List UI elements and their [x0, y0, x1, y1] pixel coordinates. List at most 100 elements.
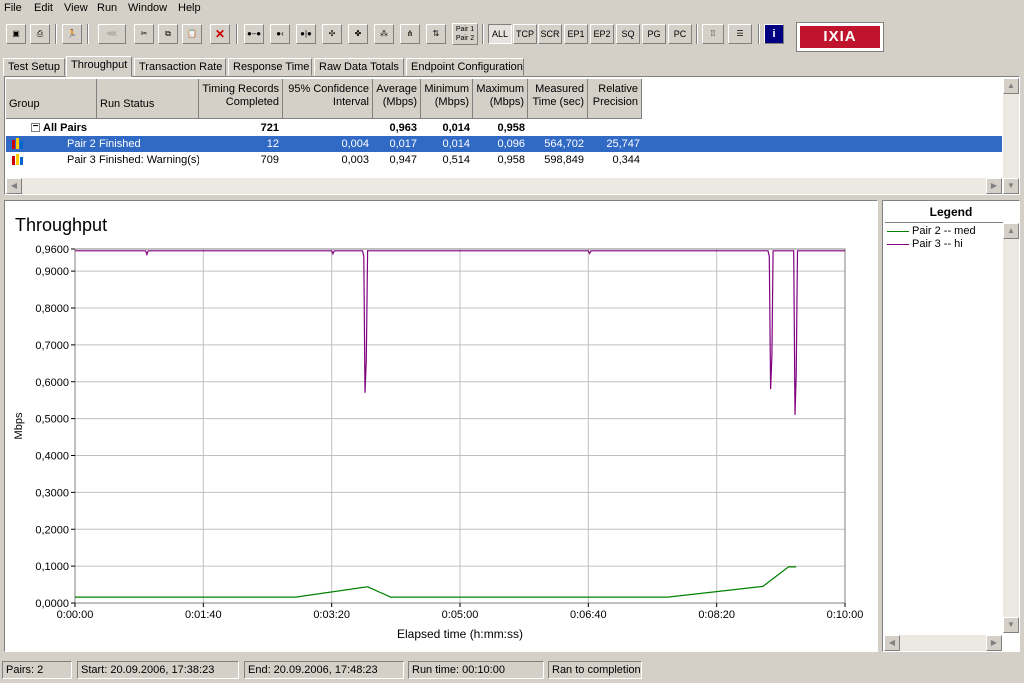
add-group-icon[interactable]: ●|● [296, 24, 316, 44]
summary-row[interactable]: − All Pairs 721 0,963 0,014 0,958 [6, 120, 1002, 136]
row-measured-time: 564,702 [544, 138, 584, 150]
pair-icon-bar [12, 156, 15, 165]
print-icon[interactable]: ⎙ [30, 24, 50, 44]
column-header-timing-records[interactable]: Timing Records Completed [199, 79, 283, 119]
scroll-right-icon[interactable]: ▶ [986, 635, 1002, 651]
toolbar-separator [236, 24, 238, 44]
column-header-measured-time[interactable]: Measured Time (sec) [528, 79, 588, 119]
tab-test-setup[interactable]: Test Setup [3, 58, 65, 76]
tab-bar: Test Setup Throughput Transaction Rate R… [0, 56, 1024, 77]
copy-icon[interactable]: ⧉ [158, 24, 178, 44]
row-measured-time: 598,849 [544, 154, 584, 166]
x-tick-label: 0:06:40 [570, 609, 607, 621]
collapse-toggle[interactable]: − [31, 123, 40, 132]
list-view-icon[interactable]: ☰ [728, 24, 752, 44]
legend-vertical-scrollbar[interactable]: ▲ ▼ [1003, 223, 1019, 633]
menu-run[interactable]: Run [97, 2, 117, 14]
row-relative-precision: 25,747 [606, 138, 640, 150]
header-line: (Mbps) [434, 96, 469, 108]
status-completion: Ran to completion [548, 661, 642, 679]
x-tick-label: 0:00:00 [57, 609, 94, 621]
x-tick-label: 0:10:00 [827, 609, 864, 621]
y-tick-label: 0,4000 [35, 451, 69, 463]
delete-icon[interactable]: ✕ [210, 24, 230, 44]
tab-throughput[interactable]: Throughput [66, 56, 132, 77]
column-header-minimum[interactable]: Minimum (Mbps) [421, 79, 473, 119]
network-alt-icon[interactable]: ✤ [348, 24, 368, 44]
y-axis-label: Mbps [13, 412, 25, 439]
x-tick-label: 0:01:40 [185, 609, 222, 621]
filter-sq-button[interactable]: SQ [616, 24, 640, 44]
y-tick-label: 0,6000 [35, 377, 69, 389]
swap-pairs-button[interactable]: Pair 1 Pair 2 [452, 23, 478, 45]
info-icon[interactable]: i [764, 24, 784, 44]
topology-icon[interactable]: ⋔ [400, 24, 420, 44]
scroll-up-icon[interactable]: ▲ [1003, 78, 1019, 94]
tab-response-time[interactable]: Response Time [228, 58, 312, 76]
row-relative-precision: 0,344 [612, 154, 640, 166]
y-tick-label: 0,1000 [35, 561, 69, 573]
legend-divider [885, 222, 1003, 223]
disabled-action-icon[interactable]: ⋘ [98, 24, 126, 44]
grid-view-icon[interactable]: ⁞⁞ [702, 24, 724, 44]
swap-icon[interactable]: ⇅ [426, 24, 446, 44]
toolbar-separator [482, 24, 484, 44]
run-icon[interactable]: 🏃 [62, 24, 82, 44]
cut-icon[interactable]: ✂ [134, 24, 154, 44]
filter-all-button[interactable]: ALL [488, 24, 512, 44]
column-header-confidence[interactable]: 95% Confidence Interval [283, 79, 373, 119]
menu-help[interactable]: Help [178, 2, 201, 14]
paste-icon[interactable]: 📋 [182, 24, 202, 44]
network-icon[interactable]: ✣ [322, 24, 342, 44]
column-header-run-status[interactable]: Run Status [97, 79, 199, 119]
filter-pg-button[interactable]: PG [642, 24, 666, 44]
filter-scr-button[interactable]: SCR [538, 24, 562, 44]
scroll-up-icon[interactable]: ▲ [1003, 223, 1019, 239]
tab-endpoint-configuration[interactable]: Endpoint Configuration [406, 58, 524, 76]
legend-swatch [887, 231, 909, 232]
y-tick-label: 0,7000 [35, 340, 69, 352]
scroll-left-icon[interactable]: ◀ [884, 635, 900, 651]
add-pair-icon[interactable]: ●–● [244, 24, 264, 44]
menu-edit[interactable]: Edit [34, 2, 53, 14]
save-icon[interactable]: ▣ [6, 24, 26, 44]
header-line: (Mbps) [489, 96, 524, 108]
header-line: Relative [598, 83, 638, 95]
menu-view[interactable]: View [64, 2, 88, 14]
summary-minimum: 0,014 [442, 122, 470, 134]
header-line: 95% Confidence [288, 83, 369, 95]
row-records: 709 [260, 154, 279, 166]
filter-ep1-button[interactable]: EP1 [564, 24, 588, 44]
multicast-icon[interactable]: ⁂ [374, 24, 394, 44]
column-header-average[interactable]: Average (Mbps) [373, 79, 421, 119]
column-header-group[interactable]: Group [6, 79, 97, 119]
menu-bar: File Edit View Run Window Help [0, 0, 1024, 18]
column-header-relative-precision[interactable]: Relative Precision [588, 79, 642, 119]
scroll-down-icon[interactable]: ▼ [1003, 617, 1019, 633]
legend-horizontal-scrollbar[interactable]: ◀ ▶ [884, 635, 1002, 651]
table-row[interactable]: Pair 2 Finished 12 0,004 0,017 0,014 0,0… [6, 136, 1002, 152]
legend-panel: Legend Pair 2 -- med Pair 3 -- hi ▲ ▼ ◀ … [882, 200, 1020, 652]
column-header-maximum[interactable]: Maximum (Mbps) [473, 79, 528, 119]
table-horizontal-scrollbar[interactable]: ◀ ▶ [6, 178, 1002, 194]
tab-transaction-rate[interactable]: Transaction Rate [134, 58, 226, 76]
row-maximum: 0,096 [497, 138, 525, 150]
filter-tcp-button[interactable]: TCP [513, 24, 537, 44]
menu-window[interactable]: Window [128, 2, 167, 14]
summary-maximum: 0,958 [497, 122, 525, 134]
filter-ep2-button[interactable]: EP2 [590, 24, 614, 44]
tab-raw-data-totals[interactable]: Raw Data Totals [314, 58, 404, 76]
add-multicast-icon[interactable]: ●‹ [270, 24, 290, 44]
table-row[interactable]: Pair 3 Finished: Warning(s) 709 0,003 0,… [6, 152, 1002, 168]
pair-icon-bar [20, 141, 23, 149]
y-tick-label: 0,3000 [35, 487, 69, 499]
menu-file[interactable]: File [4, 2, 22, 14]
header-line: Precision [592, 96, 638, 108]
scroll-right-icon[interactable]: ▶ [986, 178, 1002, 194]
scroll-left-icon[interactable]: ◀ [6, 178, 22, 194]
row-average: 0,017 [389, 138, 417, 150]
table-vertical-scrollbar[interactable]: ▲ ▼ [1003, 78, 1019, 194]
x-axis-label: Elapsed time (h:mm:ss) [397, 627, 523, 641]
scroll-down-icon[interactable]: ▼ [1003, 178, 1019, 194]
filter-pc-button[interactable]: PC [668, 24, 692, 44]
